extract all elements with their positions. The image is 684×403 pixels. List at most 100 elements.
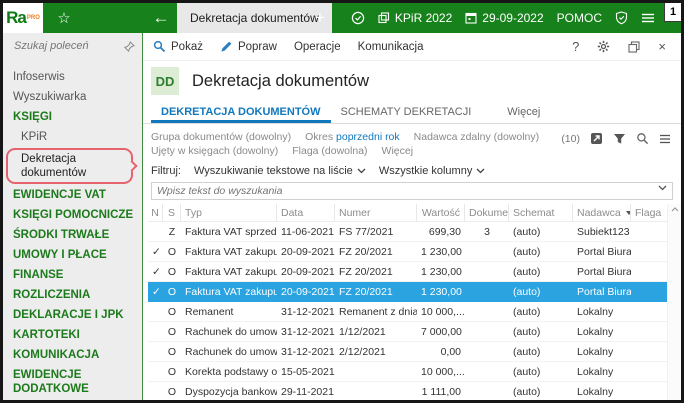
- sidebar-item-komunikacja[interactable]: KOMUNIKACJA: [3, 345, 142, 365]
- sidebar-item-księgi[interactable]: KSIĘGI: [3, 107, 142, 127]
- cell-n: ✓: [152, 265, 161, 278]
- column-header-numer[interactable]: Numer: [335, 204, 417, 221]
- cell-s: O: [167, 285, 177, 298]
- new-tab-button[interactable]: +: [306, 3, 334, 33]
- sidebar-item-rozliczenia[interactable]: ROZLICZENIA: [3, 285, 142, 305]
- sidebar-item-label: Dekretacja dokumentów: [21, 153, 87, 179]
- sidebar-item-wyszukiwarka[interactable]: Wyszukiwarka: [3, 87, 142, 107]
- filter-bar-label: Filtruj:: [151, 165, 181, 177]
- cell-data: 20-09-2021: [281, 265, 335, 278]
- pin-icon[interactable]: [124, 40, 135, 52]
- filter-grupa-dokumentow[interactable]: Grupa dokumentów (dowolny): [151, 130, 291, 144]
- sidebar-item-ewidencje-vat[interactable]: EWIDENCJE VAT: [3, 185, 142, 205]
- filter-more[interactable]: Więcej: [382, 144, 414, 158]
- column-header-n[interactable]: N: [148, 204, 163, 221]
- table-row[interactable]: O Dyspozycja bankowa 29-11-2021 1 111,00 (au…: [148, 382, 667, 400]
- table-row[interactable]: ✓ O Faktura VAT zakupu 20-09-2021 FZ 20/2021…: [148, 242, 667, 262]
- scroll-up-icon[interactable]: [671, 207, 679, 212]
- filter-bar: Filtruj: Wyszukiwanie tekstowe na liście…: [143, 160, 681, 181]
- column-header-schemat[interactable]: Schemat: [509, 204, 573, 221]
- sidebar-item-label: DEKLARACJE I JPK: [13, 309, 124, 321]
- table-row[interactable]: Z Faktura VAT sprzed... 11-06-2021 FS 77/20…: [148, 222, 667, 242]
- tab-schematy-dekretacji[interactable]: SCHEMATY DEKRETACJI: [331, 102, 482, 123]
- filter-columns-dropdown[interactable]: Wszystkie kolumny: [379, 165, 486, 177]
- table-row[interactable]: O Remanent 31-12-2021 Remanent z dnia 31...…: [148, 302, 667, 322]
- search-expand-chevron-icon[interactable]: [658, 185, 667, 191]
- close-icon[interactable]: ×: [658, 39, 666, 54]
- cell-nadawca: Subiekt123: [577, 225, 630, 238]
- sidebar-item-ewidencje-dodatkowe[interactable]: EWIDENCJE DODATKOWE: [3, 365, 142, 399]
- filter-flaga[interactable]: Flaga (dowolna): [292, 144, 367, 158]
- sidebar-item-infoserwis[interactable]: Infoserwis: [3, 67, 142, 87]
- help-icon[interactable]: ?: [572, 39, 579, 54]
- cell-numer: Remanent z dnia 31...: [339, 305, 417, 318]
- filter-okres[interactable]: Okres poprzedni rok: [305, 130, 400, 144]
- date-selector[interactable]: 29-09-2022: [465, 11, 544, 25]
- filter-funnel-icon[interactable]: [613, 133, 626, 145]
- notification-badge[interactable]: 1: [664, 3, 681, 22]
- sidebar-item-label: FINANSE: [13, 269, 64, 281]
- sidebar-item-finanse[interactable]: FINANSE: [3, 265, 142, 285]
- hamburger-menu-icon[interactable]: [641, 12, 655, 24]
- gear-icon[interactable]: [597, 40, 610, 53]
- search-icon[interactable]: [636, 132, 649, 145]
- sidebar-item-dekretacja-dokumentów[interactable]: Dekretacja dokumentów: [3, 147, 142, 185]
- restore-window-icon[interactable]: [628, 40, 640, 53]
- table-body: Z Faktura VAT sprzed... 11-06-2021 FS 77/20…: [148, 222, 667, 400]
- document-tab-label: Dekretacja dokumentów: [190, 11, 319, 25]
- show-button[interactable]: Pokaż: [153, 40, 203, 53]
- sidebar-item-label: KSIĘGI POMOCNICZE: [13, 209, 134, 221]
- cell-schemat: (auto): [513, 305, 541, 318]
- sidebar-item-umowy-i-płace[interactable]: UMOWY I PŁACE: [3, 245, 142, 265]
- operations-menu-label: Operacje: [293, 40, 341, 53]
- sidebar-item-kartoteki[interactable]: KARTOTEKI: [3, 325, 142, 345]
- column-header-nadawca[interactable]: Nadawca: [573, 204, 631, 221]
- column-header-s[interactable]: S: [163, 204, 181, 221]
- table-row[interactable]: O Korekta podstawy o... 15-05-2021 10 000,.…: [148, 362, 667, 382]
- sidebar-item-środki-trwałe[interactable]: ŚRODKI TRWAŁE: [3, 225, 142, 245]
- app-logo[interactable]: Ra PRO: [3, 3, 43, 33]
- list-menu-icon[interactable]: [659, 134, 671, 144]
- chevron-down-icon: [357, 168, 366, 174]
- tab-more[interactable]: Więcej: [497, 102, 550, 123]
- list-search-input[interactable]: [151, 182, 673, 200]
- highlight-callout-arrow: [126, 160, 138, 172]
- table-row[interactable]: ✓ O Faktura VAT zakupu 20-09-2021 FZ 20/2021…: [148, 282, 667, 302]
- operations-menu[interactable]: Operacje: [294, 41, 341, 53]
- cell-typ: Rachunek do umow...: [185, 325, 277, 338]
- help-menu[interactable]: POMOC: [557, 11, 602, 25]
- tab-dekretacja-dokumentow[interactable]: DEKRETACJA DOKUMENTÓW: [151, 102, 331, 123]
- filter-mode-dropdown[interactable]: Wyszukiwanie tekstowe na liście: [194, 165, 366, 177]
- cell-n: ✓: [152, 245, 161, 258]
- filter-nadawca-zdalny[interactable]: Nadawca zdalny (dowolny): [414, 130, 540, 144]
- table-row[interactable]: O Rachunek do umow... 31-12-2021 1/12/2021 7…: [148, 322, 667, 342]
- table-row[interactable]: ✓ O Faktura VAT zakupu 20-09-2021 FZ 20/2021…: [148, 262, 667, 282]
- communication-menu[interactable]: Komunikacja: [358, 41, 424, 53]
- filter-ujety-w-ksiegach[interactable]: Ujęty w księgach (dowolny): [151, 144, 278, 158]
- sidebar-item-kpir[interactable]: KPiR: [3, 127, 142, 147]
- cell-data: 20-09-2021: [281, 285, 335, 298]
- column-header-flaga[interactable]: Flaga: [631, 204, 667, 221]
- favorites-star-icon[interactable]: ☆: [53, 3, 75, 33]
- sync-check-icon[interactable]: [351, 11, 365, 25]
- edit-button[interactable]: Popraw: [220, 40, 277, 53]
- date-label: 29-09-2022: [482, 11, 544, 25]
- cell-n: ✓: [152, 285, 161, 298]
- sidebar-item-label: KOMUNIKACJA: [13, 349, 100, 361]
- table-row[interactable]: O Rachunek do umow... 31-12-2021 2/12/2021 0…: [148, 342, 667, 362]
- sidebar-item-deklaracje-i-jpk[interactable]: DEKLARACJE I JPK: [3, 305, 142, 325]
- shield-icon[interactable]: [615, 11, 628, 25]
- sidebar-item-księgi-pomocnicze[interactable]: KSIĘGI POMOCNICZE: [3, 205, 142, 225]
- column-header-wartosc[interactable]: Wartość: [417, 204, 465, 221]
- sidebar-search-input[interactable]: [12, 39, 124, 53]
- filter-line-2: Ujęty w księgach (dowolny) Flaga (dowoln…: [151, 144, 673, 158]
- sidebar-search[interactable]: [3, 33, 142, 59]
- cell-typ: Faktura VAT zakupu: [185, 285, 277, 298]
- export-image-icon[interactable]: [590, 132, 603, 145]
- column-header-dokume[interactable]: Dokume...: [465, 204, 509, 221]
- back-arrow-icon[interactable]: ←: [148, 3, 174, 33]
- vertical-scrollbar[interactable]: [667, 204, 681, 400]
- column-header-typ[interactable]: Typ: [181, 204, 277, 221]
- column-header-data[interactable]: Data: [277, 204, 335, 221]
- period-selector[interactable]: KPiR 2022: [378, 11, 452, 25]
